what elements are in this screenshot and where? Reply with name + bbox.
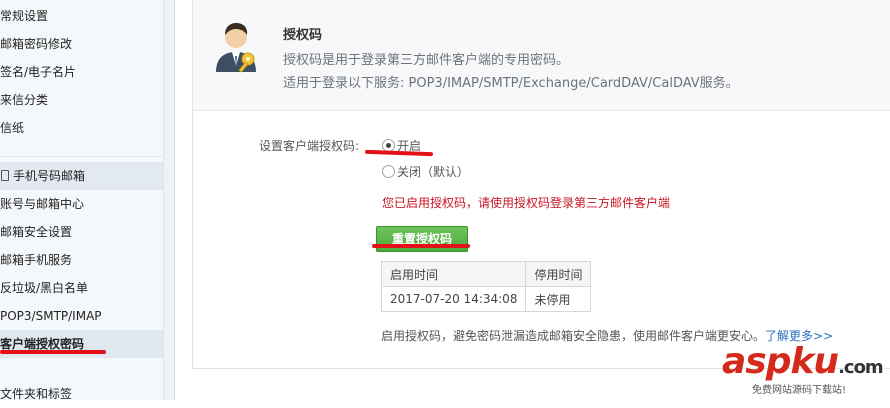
info-title: 授权码 — [283, 28, 323, 43]
sidebar-item-label: POP3/SMTP/IMAP — [0, 309, 102, 323]
user-key-icon — [216, 23, 256, 73]
info-services: 适用于登录以下服务: POP3/IMAP/SMTP/Exchange/CardD… — [283, 76, 739, 91]
sidebar-item-mobile-service[interactable]: 邮箱手机服务 — [0, 246, 163, 274]
sidebar-item-label: 邮箱密码修改 — [0, 37, 73, 51]
radio-disable[interactable] — [382, 165, 395, 178]
column-header-disabled-time: 停用时间 — [525, 261, 592, 287]
sidebar-item-phone-mailbox[interactable]: 手机号码邮箱 — [0, 162, 163, 190]
watermark-subtitle: 免费网站源码下载站! — [752, 385, 847, 396]
sidebar-item-signature[interactable]: 签名/电子名片 — [0, 58, 163, 86]
column-header-enabled-time: 启用时间 — [380, 261, 527, 287]
sidebar-item-label: 反垃圾/黑白名单 — [0, 281, 89, 295]
status-message: 您已启用授权码，请使用授权码登录第三方邮件客户端 — [382, 196, 671, 210]
sidebar-item-label: 邮箱手机服务 — [0, 253, 73, 267]
cell-enabled-time: 2017-07-20 14:34:08 — [380, 286, 527, 312]
settings-sidebar: 常规设置 邮箱密码修改 签名/电子名片 来信分类 信纸 手机号码邮箱 账号与邮箱… — [0, 0, 163, 401]
reset-auth-code-button[interactable]: 重置授权码 — [376, 226, 468, 252]
sidebar-item-label: 客户端授权密码 — [0, 337, 85, 351]
sidebar-item-security[interactable]: 邮箱安全设置 — [0, 218, 163, 246]
sidebar-item-label: 信纸 — [0, 121, 25, 135]
radio-disable-label[interactable]: 关闭（默认） — [397, 163, 469, 180]
sidebar-divider — [0, 156, 163, 157]
sidebar-item-label: 邮箱安全设置 — [0, 225, 73, 239]
cell-disabled-time: 未停用 — [525, 286, 592, 312]
sidebar-item-stationery[interactable]: 信纸 — [0, 114, 163, 142]
sidebar-item-antispam[interactable]: 反垃圾/黑白名单 — [0, 274, 163, 302]
watermark-logo: aspku.com — [722, 341, 884, 386]
sidebar-item-folders-tags[interactable]: 文件夹和标签 — [0, 380, 163, 408]
splitter-line — [174, 0, 175, 400]
watermark-suffix: .com — [838, 357, 884, 378]
sidebar-item-general[interactable]: 常规设置 — [0, 2, 163, 30]
sidebar-item-label: 签名/电子名片 — [0, 65, 77, 79]
info-description: 授权码是用于登录第三方邮件客户端的专用密码。 — [283, 53, 570, 68]
phone-icon — [1, 170, 9, 181]
watermark-brand: aspku — [722, 341, 839, 382]
sidebar-item-label: 账号与邮箱中心 — [0, 197, 85, 211]
auth-history-table: 启用时间 停用时间 2017-07-20 14:34:08 未停用 — [380, 261, 592, 312]
footer-note-text: 启用授权码，避免密码泄漏造成邮箱安全隐患，使用邮件客户端更安心。 — [381, 329, 766, 343]
highlight-underline-sidebar — [0, 350, 106, 354]
splitter-gutter[interactable] — [164, 0, 174, 400]
sidebar-item-label: 来信分类 — [0, 93, 49, 107]
sidebar-item-label: 手机号码邮箱 — [13, 169, 86, 183]
auth-code-setting-label: 设置客户端授权码: — [259, 139, 360, 153]
sidebar-item-label: 常规设置 — [0, 9, 49, 23]
sidebar-item-account-center[interactable]: 账号与邮箱中心 — [0, 190, 163, 218]
sidebar-item-password[interactable]: 邮箱密码修改 — [0, 30, 163, 58]
sidebar-item-pop3-smtp-imap[interactable]: POP3/SMTP/IMAP — [0, 302, 163, 330]
sidebar-item-label: 文件夹和标签 — [0, 387, 73, 401]
highlight-underline-button — [372, 244, 470, 248]
sidebar-item-mail-rules[interactable]: 来信分类 — [0, 86, 163, 114]
table-row: 2017-07-20 14:34:08 未停用 — [380, 286, 592, 312]
table-header-row: 启用时间 停用时间 — [380, 261, 592, 287]
